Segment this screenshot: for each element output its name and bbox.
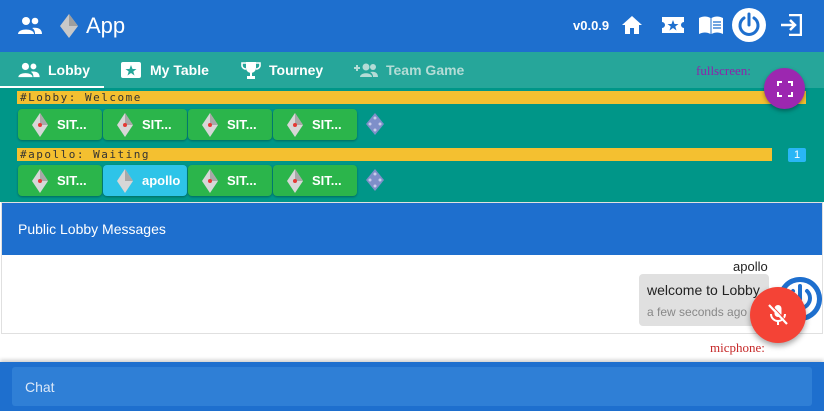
people-icon [18,62,40,78]
public-messages-panel: Public Lobby Messages apollo welcome to … [1,202,823,334]
app-title: App [86,13,126,38]
diamond-seat-icon [202,112,218,137]
seat-button-occupied[interactable]: apollo [103,165,187,196]
join-room-icon[interactable] [366,169,384,191]
seat-button[interactable]: SIT... [273,165,357,196]
chat-bar [0,362,824,411]
home-icon [622,16,642,34]
diamond-seat-icon [32,112,48,137]
room-title-bar[interactable]: #apollo: Waiting [17,148,772,161]
people-icon[interactable] [18,15,42,35]
mic-off-icon [768,303,789,325]
seat-label: SIT... [57,173,87,188]
seat-label: SIT... [227,173,257,188]
seat-label: SIT... [312,117,342,132]
seat-button[interactable]: SIT... [188,165,272,196]
room-title-bar[interactable]: #Lobby: Welcome [17,91,806,104]
tab-label: Team Game [386,62,465,78]
seat-button[interactable]: SIT... [188,109,272,140]
star-box-icon [121,62,141,78]
tab-team-game[interactable]: Team Game [352,52,464,88]
home-button[interactable] [619,12,645,38]
seat-button[interactable]: SIT... [103,109,187,140]
seat-label: apollo [142,173,181,188]
message-text: welcome to Lobby [647,282,760,298]
logout-button[interactable] [778,12,804,38]
diamond-seat-icon [117,112,133,137]
message-sender: apollo [733,259,768,274]
seat-label: SIT... [57,117,87,132]
group-add-icon [354,63,378,77]
message-time: a few seconds ago [647,305,748,319]
tab-tourney[interactable]: Tourney [241,52,323,88]
diamond-logo-icon [60,14,78,38]
diamond-seat-icon [32,168,48,193]
messages-title: Public Lobby Messages [2,203,822,255]
tab-label: My Table [150,62,209,78]
power-icon [738,12,760,36]
seat-button[interactable]: SIT... [18,165,102,196]
tab-my-table[interactable]: My Table [120,52,209,88]
microphone-button[interactable] [750,287,806,343]
seat-button[interactable]: SIT... [18,109,102,140]
join-room-icon[interactable] [366,113,384,135]
tab-lobby[interactable]: Lobby [18,52,90,88]
seat-label: SIT... [312,173,342,188]
version-label: v0.0.9 [573,18,610,33]
app-bar: App v0.0.9 [0,0,824,52]
lobby-rooms: #Lobby: Welcome SIT... SIT... SIT... SIT… [0,88,824,202]
diamond-seat-icon [202,168,218,193]
microphone-label: micphone: [710,340,765,355]
user-avatar-button[interactable] [732,8,766,42]
tickets-button[interactable] [660,12,686,38]
diamond-seat-icon [117,168,133,193]
fullscreen-button[interactable] [764,68,805,109]
tab-label: Tourney [269,62,324,78]
diamond-seat-icon [287,168,303,193]
trophy-icon [241,62,261,79]
exit-icon [781,14,802,36]
seat-button[interactable]: SIT... [273,109,357,140]
ticket-star-icon [662,17,684,33]
seat-label: SIT... [227,117,257,132]
book-open-icon [699,16,723,34]
player-count-badge: 1 [788,148,806,162]
fullscreen-label: fullscreen: [696,63,751,78]
diamond-seat-icon [287,112,303,137]
seat-label: SIT... [142,117,172,132]
chat-input[interactable] [12,367,812,406]
rules-book-button[interactable] [698,12,724,38]
tab-label: Lobby [48,62,90,78]
fullscreen-icon [776,80,793,97]
